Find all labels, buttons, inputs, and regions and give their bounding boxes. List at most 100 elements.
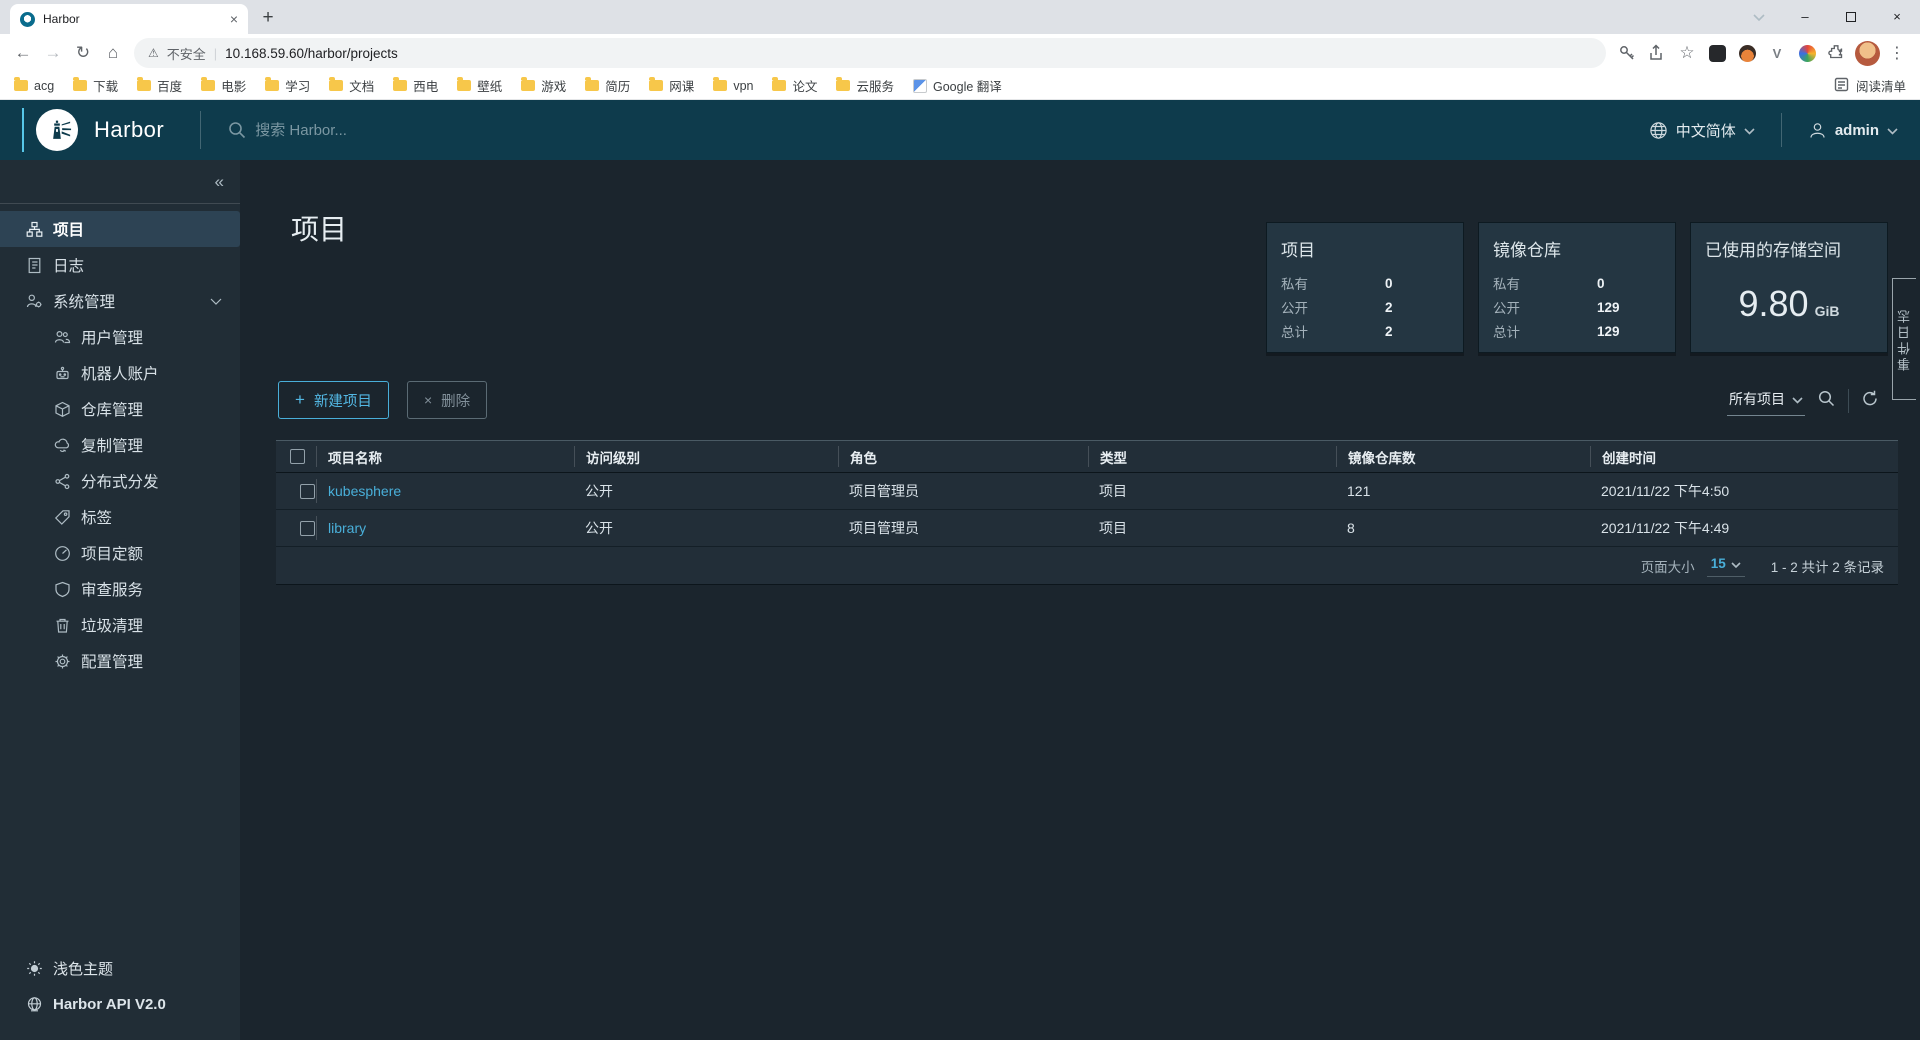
tab-search-button[interactable] xyxy=(1736,0,1782,33)
security-label: 不安全 xyxy=(167,44,206,63)
sidebar-item-logs[interactable]: 日志 xyxy=(0,247,240,283)
home-button[interactable]: ⌂ xyxy=(98,38,128,68)
bookmark-item[interactable]: 游戏 xyxy=(521,76,566,95)
sidebar-item-users[interactable]: 用户管理 xyxy=(0,319,240,355)
new-project-button[interactable]: + 新建项目 xyxy=(278,381,389,419)
new-tab-button[interactable]: + xyxy=(254,4,282,32)
share-icon[interactable] xyxy=(1642,38,1672,68)
bookmark-item[interactable]: acg xyxy=(14,79,54,93)
sidebar-nav: 项目 日志 系统管理 用户管理 机器人账户 xyxy=(0,204,240,679)
maximize-button[interactable] xyxy=(1828,0,1874,33)
sidebar-item-distributions[interactable]: 分布式分发 xyxy=(0,463,240,499)
light-theme-toggle[interactable]: 浅色主题 xyxy=(0,950,240,986)
sidebar-item-registries[interactable]: 仓库管理 xyxy=(0,391,240,427)
project-type-filter[interactable]: 所有项目 xyxy=(1727,386,1805,416)
bookmark-item[interactable]: 论文 xyxy=(772,76,817,95)
card-title: 已使用的存储空间 xyxy=(1705,236,1873,261)
bookmark-item[interactable]: 文档 xyxy=(329,76,374,95)
bookmark-item[interactable]: 西电 xyxy=(393,76,438,95)
language-selector[interactable]: 中文简体 xyxy=(1649,120,1755,141)
profile-avatar[interactable] xyxy=(1852,38,1882,68)
bookmark-label: acg xyxy=(34,79,54,93)
browser-tab[interactable]: Harbor × xyxy=(10,4,248,34)
bookmark-label: 学习 xyxy=(285,76,310,95)
sidebar-item-label: 仓库管理 xyxy=(81,398,143,420)
harbor-api-link[interactable]: Harbor API V2.0 xyxy=(0,986,240,1022)
header-divider xyxy=(200,111,201,149)
delete-button[interactable]: × 删除 xyxy=(407,381,487,419)
table-row[interactable]: kubesphere 公开 项目管理员 项目 121 2021/11/22 下午… xyxy=(276,473,1898,510)
extension-fox-icon xyxy=(1739,45,1756,62)
sidebar-item-labels[interactable]: 标签 xyxy=(0,499,240,535)
user-menu[interactable]: admin xyxy=(1808,121,1898,140)
sidebar-item-garbage-collection[interactable]: 垃圾清理 xyxy=(0,607,240,643)
reading-list-button[interactable]: 阅读清单 xyxy=(1834,76,1906,95)
bookmark-item[interactable]: 学习 xyxy=(265,76,310,95)
page-size-select[interactable]: 15 xyxy=(1707,554,1745,577)
browser-menu-icon[interactable]: ⋮ xyxy=(1882,38,1912,68)
sidebar-item-configuration[interactable]: 配置管理 xyxy=(0,643,240,679)
extension-icon[interactable] xyxy=(1792,38,1822,68)
extension-icon[interactable]: V xyxy=(1762,38,1792,68)
sidebar-item-projects[interactable]: 项目 xyxy=(0,211,240,247)
sidebar-item-interrogation-services[interactable]: 审查服务 xyxy=(0,571,240,607)
bookmark-item-google-translate[interactable]: Google 翻译 xyxy=(913,76,1002,95)
records-summary: 1 - 2 共计 2 条记录 xyxy=(1771,556,1884,576)
address-bar[interactable]: ⚠ 不安全 | 10.168.59.60/harbor/projects xyxy=(134,38,1606,68)
tab-close-icon[interactable]: × xyxy=(230,12,238,26)
sidebar-collapse-button[interactable]: « xyxy=(0,160,240,204)
bookmark-item[interactable]: 简历 xyxy=(585,76,630,95)
sidebar-item-replications[interactable]: 复制管理 xyxy=(0,427,240,463)
browser-toolbar: ← → ↻ ⌂ ⚠ 不安全 | 10.168.59.60/harbor/proj… xyxy=(0,34,1920,72)
bookmark-item[interactable]: vpn xyxy=(713,79,753,93)
bookmark-star-icon[interactable]: ☆ xyxy=(1672,38,1702,68)
table-header-row: 项目名称 访问级别 角色 类型 镜像仓库数 创建时间 xyxy=(276,440,1898,473)
close-window-button[interactable]: × xyxy=(1874,0,1920,33)
sidebar-item-robot-accounts[interactable]: 机器人账户 xyxy=(0,355,240,391)
sidebar-item-label: 日志 xyxy=(53,254,84,276)
sun-icon xyxy=(26,960,43,977)
page-size-label: 页面大小 xyxy=(1641,556,1695,576)
bookmark-item[interactable]: 壁纸 xyxy=(457,76,502,95)
bookmark-label: 壁纸 xyxy=(477,76,502,95)
refresh-icon[interactable] xyxy=(1861,389,1880,413)
bookmark-item[interactable]: 电影 xyxy=(201,76,246,95)
harbor-brand[interactable]: Harbor xyxy=(0,108,164,152)
extensions-puzzle-icon[interactable] xyxy=(1822,38,1852,68)
sidebar-item-label: 用户管理 xyxy=(81,326,143,348)
back-button[interactable]: ← xyxy=(8,38,38,68)
bookmark-item[interactable]: 下载 xyxy=(73,76,118,95)
maximize-icon xyxy=(1846,12,1856,22)
private-label: 私有 xyxy=(1493,273,1597,293)
harbor-favicon-icon xyxy=(20,12,35,27)
bookmark-item[interactable]: 百度 xyxy=(137,76,182,95)
global-search[interactable] xyxy=(227,120,1649,140)
search-toggle-icon[interactable] xyxy=(1817,389,1836,413)
search-input[interactable] xyxy=(255,122,675,139)
bookmark-label: 简历 xyxy=(605,76,630,95)
total-label: 总计 xyxy=(1493,321,1597,341)
table-row[interactable]: library 公开 项目管理员 项目 8 2021/11/22 下午4:49 xyxy=(276,510,1898,547)
row-checkbox[interactable] xyxy=(300,521,315,536)
select-all-checkbox[interactable] xyxy=(290,449,305,464)
row-checkbox[interactable] xyxy=(300,484,315,499)
username: admin xyxy=(1835,122,1879,139)
sidebar-item-project-quotas[interactable]: 项目定额 xyxy=(0,535,240,571)
event-log-side-tab[interactable]: 事件日志 xyxy=(1892,278,1916,400)
password-key-icon[interactable] xyxy=(1612,38,1642,68)
minimize-button[interactable]: – xyxy=(1782,0,1828,33)
folder-icon xyxy=(649,80,663,91)
reading-list-label: 阅读清单 xyxy=(1856,76,1906,95)
reload-button[interactable]: ↻ xyxy=(68,38,98,68)
extension-icon[interactable] xyxy=(1702,38,1732,68)
bookmark-item[interactable]: 云服务 xyxy=(836,76,894,95)
bookmark-item[interactable]: 网课 xyxy=(649,76,694,95)
robot-icon xyxy=(54,365,71,382)
project-link[interactable]: kubesphere xyxy=(328,483,401,499)
sidebar-item-label: 配置管理 xyxy=(81,650,143,672)
forward-button[interactable]: → xyxy=(38,38,68,68)
sidebar-item-administration[interactable]: 系统管理 xyxy=(0,283,240,319)
extension-icon[interactable] xyxy=(1732,38,1762,68)
project-link[interactable]: library xyxy=(328,520,366,536)
bookmarks-bar: acg 下载 百度 电影 学习 文档 西电 壁纸 游戏 简历 网课 vpn 论文… xyxy=(0,72,1920,100)
